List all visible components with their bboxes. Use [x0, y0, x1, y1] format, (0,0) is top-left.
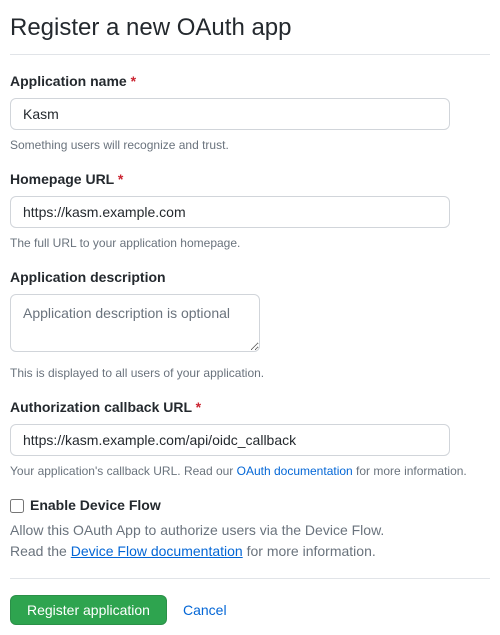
divider [10, 578, 490, 579]
app-name-label: Application name * [10, 71, 490, 92]
actions-row: Register application Cancel [10, 595, 490, 625]
page-title: Register a new OAuth app [10, 10, 490, 55]
homepage-url-label: Homepage URL * [10, 169, 490, 190]
homepage-url-note: The full URL to your application homepag… [10, 234, 490, 252]
device-flow-note-2: Read the Device Flow documentation for m… [10, 541, 490, 562]
callback-url-note: Your application's callback URL. Read ou… [10, 462, 490, 480]
field-group-app-name: Application name * Something users will … [10, 71, 490, 154]
required-indicator: * [118, 171, 123, 187]
app-name-note: Something users will recognize and trust… [10, 136, 490, 154]
callback-url-input[interactable] [10, 424, 450, 456]
app-description-note: This is displayed to all users of your a… [10, 364, 490, 382]
required-indicator: * [131, 73, 136, 89]
device-flow-checkbox[interactable] [10, 499, 24, 513]
register-button[interactable]: Register application [10, 595, 167, 625]
required-indicator: * [196, 399, 201, 415]
callback-url-label: Authorization callback URL * [10, 397, 490, 418]
field-group-app-description: Application description This is displaye… [10, 267, 490, 382]
cancel-link[interactable]: Cancel [183, 600, 227, 621]
device-flow-note-1: Allow this OAuth App to authorize users … [10, 520, 490, 541]
field-group-callback-url: Authorization callback URL * Your applic… [10, 397, 490, 480]
device-flow-docs-link[interactable]: Device Flow documentation [71, 543, 243, 559]
field-group-device-flow: Enable Device Flow Allow this OAuth App … [10, 495, 490, 562]
field-group-homepage-url: Homepage URL * The full URL to your appl… [10, 169, 490, 252]
oauth-docs-link[interactable]: OAuth documentation [237, 464, 353, 478]
homepage-url-input[interactable] [10, 196, 450, 228]
app-description-label: Application description [10, 267, 490, 288]
app-name-input[interactable] [10, 98, 450, 130]
device-flow-label: Enable Device Flow [30, 495, 161, 516]
app-description-input[interactable] [10, 294, 260, 352]
